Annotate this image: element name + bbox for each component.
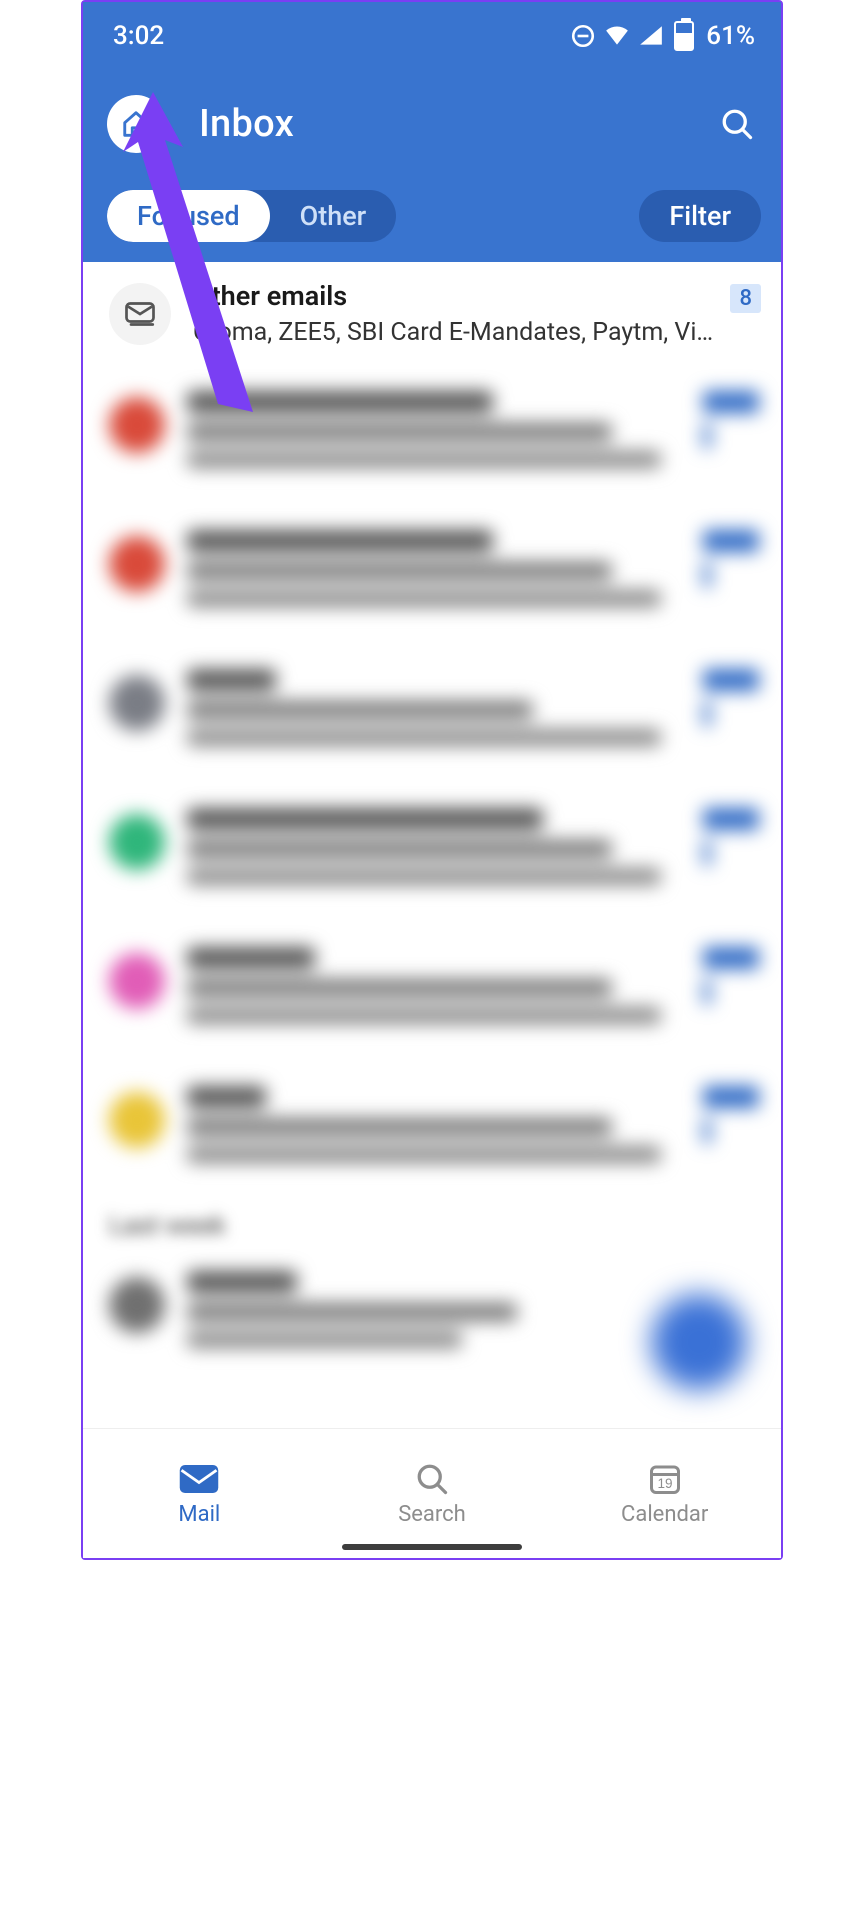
search-icon — [719, 106, 755, 142]
nav-mail-label: Mail — [178, 1502, 220, 1527]
header-search-button[interactable] — [717, 104, 757, 144]
status-time: 3:02 — [113, 21, 164, 51]
avatar — [109, 1092, 165, 1148]
email-item[interactable] — [83, 782, 781, 921]
other-emails-banner[interactable]: Other emails Croma, ZEE5, SBI Card E-Man… — [83, 262, 781, 365]
avatar — [109, 675, 165, 731]
email-item[interactable] — [83, 365, 781, 504]
nav-search-label: Search — [398, 1502, 466, 1527]
other-emails-subtitle: Croma, ZEE5, SBI Card E-Mandates, Paytm,… — [193, 318, 720, 347]
other-emails-icon-wrap — [109, 283, 171, 345]
wifi-icon — [604, 23, 630, 49]
nav-search[interactable]: Search — [316, 1429, 549, 1558]
battery-text: 61% — [706, 21, 755, 51]
email-item[interactable] — [83, 643, 781, 782]
home-indicator[interactable] — [342, 1544, 522, 1550]
status-bar: 3:02 61% — [83, 2, 781, 70]
mail-stack-icon — [122, 296, 158, 332]
email-item[interactable] — [83, 921, 781, 1060]
compose-fab[interactable] — [651, 1294, 747, 1390]
section-heading: Last week — [83, 1199, 781, 1245]
avatar — [109, 536, 165, 592]
tab-other[interactable]: Other — [270, 190, 397, 242]
calendar-icon: 19 — [647, 1461, 683, 1497]
avatar — [109, 814, 165, 870]
status-icons: 61% — [570, 21, 755, 51]
inbox-tabs-row: Focused Other Filter — [83, 188, 781, 262]
avatar — [109, 397, 165, 453]
home-icon — [121, 109, 151, 139]
inbox-segmented-control: Focused Other — [107, 190, 396, 242]
bottom-nav: Mail Search 19 Calendar — [83, 1428, 781, 1558]
nav-mail[interactable]: Mail — [83, 1429, 316, 1558]
email-item[interactable] — [83, 504, 781, 643]
avatar — [109, 953, 165, 1009]
search-icon — [414, 1461, 450, 1497]
other-emails-count: 8 — [730, 284, 761, 313]
other-emails-title: Other emails — [193, 280, 720, 312]
page-title: Inbox — [199, 102, 717, 146]
dnd-icon — [570, 23, 596, 49]
other-emails-text: Other emails Croma, ZEE5, SBI Card E-Man… — [193, 280, 720, 347]
cell-signal-icon — [638, 23, 664, 49]
battery-icon — [674, 21, 694, 51]
email-item[interactable] — [83, 1060, 781, 1199]
nav-calendar-label: Calendar — [621, 1502, 708, 1527]
mail-icon — [178, 1463, 220, 1495]
tab-focused[interactable]: Focused — [107, 190, 270, 242]
app-header: Inbox — [83, 70, 781, 188]
svg-text:19: 19 — [657, 1476, 672, 1491]
email-list[interactable]: Last week — [83, 365, 781, 1368]
account-home-button[interactable] — [107, 95, 165, 153]
avatar — [109, 1277, 165, 1333]
filter-button[interactable]: Filter — [639, 190, 761, 242]
nav-calendar[interactable]: 19 Calendar — [548, 1429, 781, 1558]
